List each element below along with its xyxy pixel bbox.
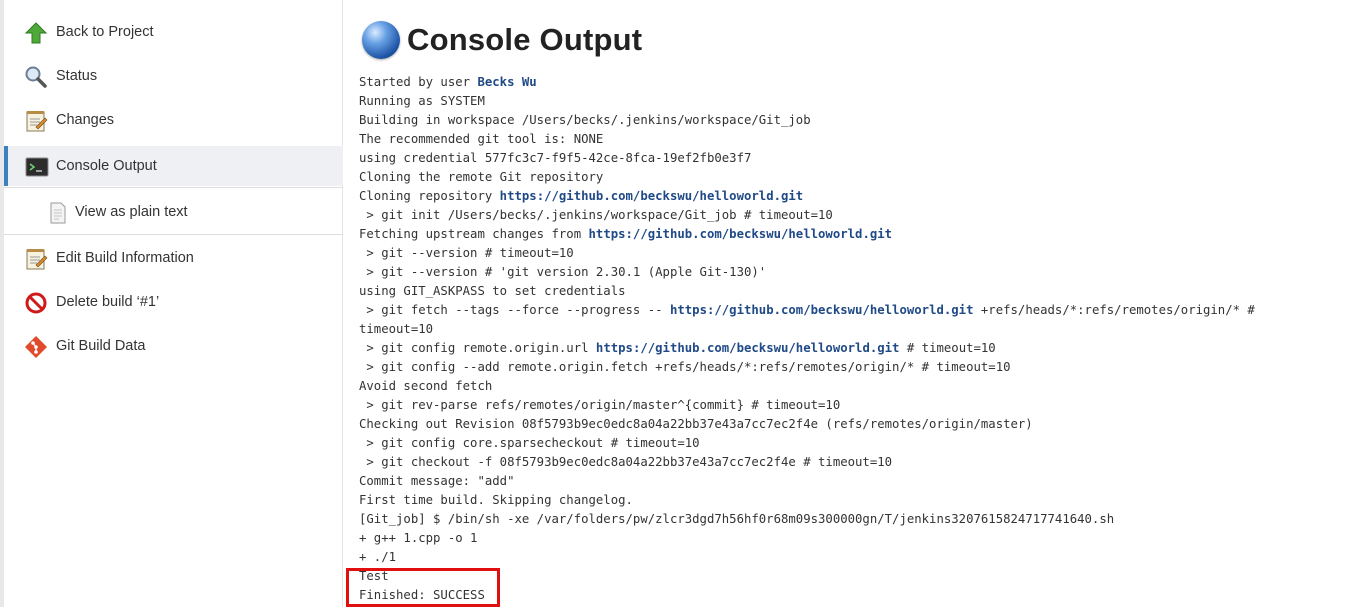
console-line: Commit message: "add" [359,474,515,488]
status-label: Status [56,68,98,84]
edit-build-information-link[interactable]: Edit Build Information [4,238,343,278]
console-text: Started by user [359,75,478,89]
console-text: # timeout=10 [899,341,996,355]
back-to-project-link[interactable]: Back to Project [4,12,343,52]
console-line: > git config core.sparsecheckout # timeo… [359,436,700,450]
user-link[interactable]: Becks Wu [477,75,536,89]
console-line: Cloning the remote Git repository [359,170,604,184]
no-entry-icon [24,291,48,315]
repository-link[interactable]: https://github.com/beckswu/helloworld.gi… [596,341,900,355]
page-title: Console Output [407,22,643,57]
notepad-icon [24,109,48,133]
console-line: Running as SYSTEM [359,94,485,108]
git-logo-icon [24,335,48,359]
console-line: > git config remote.origin.url https://g… [359,339,1349,358]
console-line-finished-status: Finished: SUCCESS [359,588,485,602]
console-line: > git --version # timeout=10 [359,246,574,260]
console-line: + g++ 1.cpp -o 1 [359,531,478,545]
changes-label: Changes [56,112,115,128]
notepad-edit-icon [24,247,48,271]
console-line: The recommended git tool is: NONE [359,132,604,146]
main-content: Console Output Started by user Becks Wu R… [344,0,1351,607]
console-line: [Git_job] $ /bin/sh -xe /var/folders/pw/… [359,512,1115,526]
console-line: First time build. Skipping changelog. [359,493,633,507]
repository-link[interactable]: https://github.com/beckswu/helloworld.gi… [500,189,804,203]
console-line: Started by user Becks Wu [359,73,1349,92]
sidebar-divider [4,234,343,235]
console-line: > git config --add remote.origin.fetch +… [359,360,1011,374]
repository-link[interactable]: https://github.com/beckswu/helloworld.gi… [589,227,893,241]
console-line: Cloning repository https://github.com/be… [359,187,1349,206]
back-to-project-label: Back to Project [56,24,154,40]
status-link[interactable]: Status [4,56,343,96]
console-line: Fetching upstream changes from https://g… [359,225,1349,244]
view-as-plain-text-label: View as plain text [75,204,188,220]
console-text: +refs/heads/*:refs/remotes/origin/* # [973,303,1255,317]
edit-build-information-label: Edit Build Information [56,250,194,266]
magnifier-icon [24,65,48,89]
blue-ball-status-icon [362,21,400,59]
console-line: Building in workspace /Users/becks/.jenk… [359,113,811,127]
highlight-annotation-box [346,568,500,607]
console-line: > git checkout -f 08f5793b9ec0edc8a04a22… [359,455,893,469]
console-line: > git --version # 'git version 2.30.1 (A… [359,265,767,279]
sidebar-divider [4,187,343,188]
console-text: > git fetch --tags --force --progress -- [359,303,670,317]
git-build-data-label: Git Build Data [56,338,146,354]
console-text: > git config remote.origin.url [359,341,596,355]
console-line: Checking out Revision 08f5793b9ec0edc8a0… [359,417,1033,431]
console-output-link[interactable]: Console Output [4,146,343,186]
console-line: > git rev-parse refs/remotes/origin/mast… [359,398,841,412]
console-line: > git fetch --tags --force --progress --… [359,301,1349,320]
console-line: using GIT_ASKPASS to set credentials [359,284,626,298]
terminal-icon [25,155,49,179]
console-line: Test [359,569,389,583]
view-as-plain-text-link[interactable]: View as plain text [4,192,343,232]
console-line: timeout=10 [359,322,434,336]
document-icon [46,201,70,225]
console-output-label: Console Output [56,158,157,174]
sidebar: Back to Project Status Changes Console O… [4,0,343,607]
console-line: > git init /Users/becks/.jenkins/workspa… [359,208,833,222]
page-header: Console Output [362,18,642,62]
up-arrow-icon [24,21,48,45]
git-build-data-link[interactable]: Git Build Data [4,326,343,366]
delete-build-label: Delete build ‘#1’ [56,294,160,310]
console-text: Cloning repository [359,189,500,203]
console-line: + ./1 [359,550,397,564]
console-line: using credential 577fc3c7-f9f5-42ce-8fca… [359,151,752,165]
console-log: Started by user Becks Wu Running as SYSTE… [359,73,1349,605]
console-text: Fetching upstream changes from [359,227,589,241]
repository-link[interactable]: https://github.com/beckswu/helloworld.gi… [670,303,974,317]
changes-link[interactable]: Changes [4,100,343,140]
delete-build-link[interactable]: Delete build ‘#1’ [4,282,343,322]
console-line: Avoid second fetch [359,379,493,393]
